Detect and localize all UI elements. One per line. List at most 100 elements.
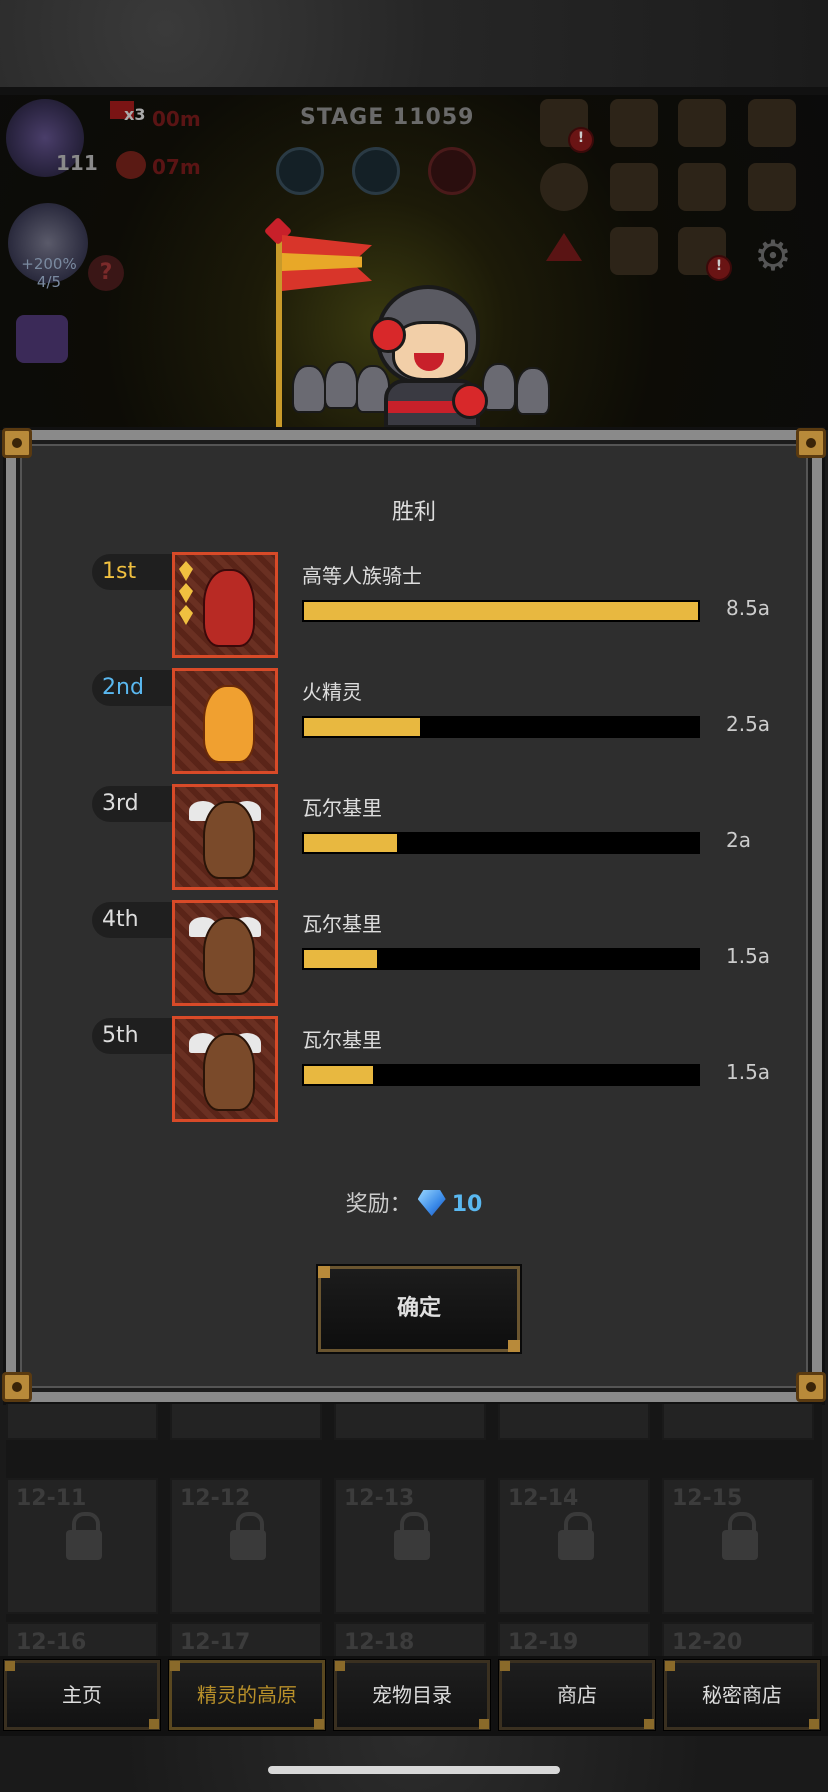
trophy-icon[interactable] bbox=[540, 99, 594, 153]
damage-bar-fill bbox=[304, 834, 397, 852]
angel-icon[interactable] bbox=[678, 163, 726, 211]
shop-alert-icon[interactable] bbox=[678, 227, 732, 281]
level-cell[interactable] bbox=[6, 1404, 158, 1440]
level-label: 12-20 bbox=[672, 1630, 743, 1655]
knight-figure-icon bbox=[203, 569, 255, 647]
fire-spirit-figure-icon bbox=[203, 685, 255, 763]
level-cell[interactable]: 12-18 bbox=[334, 1622, 486, 1656]
level-cell[interactable]: 12-13 bbox=[334, 1478, 486, 1614]
pet-bonus-text: +200% 4/5 bbox=[12, 255, 86, 291]
ranking-icon[interactable] bbox=[610, 99, 658, 147]
warning-icon[interactable] bbox=[546, 233, 582, 261]
level-label: 12-14 bbox=[508, 1486, 579, 1511]
damage-value: 2.5a bbox=[726, 712, 771, 736]
level-cell[interactable]: 12-11 bbox=[6, 1478, 158, 1614]
quest-book-icon[interactable] bbox=[678, 99, 726, 147]
rank-label: 5th bbox=[92, 1018, 172, 1054]
damage-bar bbox=[302, 832, 700, 854]
level-cell[interactable] bbox=[334, 1404, 486, 1440]
rank-label: 1st bbox=[92, 554, 172, 590]
level-label: 12-13 bbox=[344, 1486, 415, 1511]
bottom-stone-background bbox=[0, 1736, 828, 1792]
damage-value: 1.5a bbox=[726, 1060, 771, 1084]
skill-icon-3[interactable] bbox=[428, 147, 476, 195]
level-cell[interactable]: 12-15 bbox=[662, 1478, 814, 1614]
confirm-button[interactable]: 确定 bbox=[316, 1264, 522, 1354]
frame-corner-rivet bbox=[2, 428, 32, 458]
pet-count: 4/5 bbox=[36, 273, 62, 291]
ranking-row-4: 4th 瓦尔基里 1.5a bbox=[92, 900, 782, 1006]
level-cell[interactable]: 12-12 bbox=[170, 1478, 322, 1614]
level-label: 12-15 bbox=[672, 1486, 743, 1511]
level-cell[interactable]: 12-20 bbox=[662, 1622, 814, 1656]
unit-name: 高等人族骑士 bbox=[302, 564, 422, 588]
nav-spirit-plateau[interactable]: 精灵的高原 bbox=[168, 1659, 326, 1731]
stage-title: STAGE 11059 bbox=[300, 105, 475, 130]
pet-bonus: +200% bbox=[21, 255, 77, 273]
ranking-row-1: 1st 高等人族骑士 8.5a bbox=[92, 552, 782, 658]
skill-icon-2[interactable] bbox=[352, 147, 400, 195]
damage-value: 2a bbox=[726, 828, 751, 852]
frame-corner-rivet bbox=[796, 1372, 826, 1402]
reward-line: 奖励： 10 bbox=[16, 1186, 812, 1218]
rank-label: 2nd bbox=[92, 670, 172, 706]
damage-bar bbox=[302, 600, 700, 622]
timer-top: 00m bbox=[152, 107, 201, 131]
level-label: 12-11 bbox=[16, 1486, 87, 1511]
unit-portrait[interactable] bbox=[172, 784, 278, 890]
level-cell[interactable] bbox=[498, 1404, 650, 1440]
nav-pet-catalog[interactable]: 宠物目录 bbox=[333, 1659, 491, 1731]
level-cell[interactable]: 12-17 bbox=[170, 1622, 322, 1656]
help-icon[interactable]: ? bbox=[88, 255, 124, 291]
knight-glove-right bbox=[452, 383, 488, 419]
level-cell[interactable] bbox=[662, 1404, 814, 1440]
home-indicator[interactable] bbox=[268, 1766, 560, 1774]
calendar-icon[interactable] bbox=[610, 163, 658, 211]
rank-label: 4th bbox=[92, 902, 172, 938]
level-grid: 12-11 12-12 12-13 12-14 12-15 12-16 12-1… bbox=[6, 1404, 822, 1656]
level-cell[interactable] bbox=[170, 1404, 322, 1440]
skill-icon-1[interactable] bbox=[276, 147, 324, 195]
unit-name: 瓦尔基里 bbox=[302, 1028, 382, 1052]
top-stone-background bbox=[0, 0, 828, 95]
map-icon[interactable] bbox=[610, 227, 658, 275]
scroll-icon[interactable] bbox=[748, 99, 796, 147]
gear-coin-icon bbox=[116, 151, 146, 179]
minion-soldier bbox=[516, 367, 550, 415]
game-scene: 111 x3 00m 07m STAGE 11059 +200% 4/5 ? ⚙ bbox=[0, 95, 828, 430]
nav-secret-shop[interactable]: 秘密商店 bbox=[663, 1659, 821, 1731]
damage-bar-fill bbox=[304, 950, 377, 968]
damage-bar-fill bbox=[304, 718, 420, 736]
level-label: 12-17 bbox=[180, 1630, 251, 1655]
unit-name: 瓦尔基里 bbox=[302, 912, 382, 936]
lock-icon bbox=[230, 1512, 266, 1560]
nav-shop[interactable]: 商店 bbox=[498, 1659, 656, 1731]
diamond-icon bbox=[417, 1190, 446, 1216]
banner-pole bbox=[276, 237, 282, 430]
level-cell[interactable]: 12-16 bbox=[6, 1622, 158, 1656]
timer-bottom: 07m bbox=[152, 155, 201, 179]
unit-name: 火精灵 bbox=[302, 680, 362, 704]
valkyrie-figure-icon bbox=[203, 801, 255, 879]
unit-portrait[interactable] bbox=[172, 668, 278, 774]
feather-icon[interactable] bbox=[748, 163, 796, 211]
unit-portrait[interactable] bbox=[172, 1016, 278, 1122]
level-cell[interactable]: 12-19 bbox=[498, 1622, 650, 1656]
unit-name: 瓦尔基里 bbox=[302, 796, 382, 820]
damage-bar bbox=[302, 716, 700, 738]
lock-icon bbox=[394, 1512, 430, 1560]
level-label: 12-12 bbox=[180, 1486, 251, 1511]
nav-home[interactable]: 主页 bbox=[3, 1659, 161, 1731]
level-cell[interactable]: 12-14 bbox=[498, 1478, 650, 1614]
gift-icon[interactable] bbox=[16, 315, 68, 363]
chat-icon[interactable] bbox=[540, 163, 588, 211]
settings-gear-icon[interactable]: ⚙ bbox=[752, 235, 794, 277]
damage-value: 8.5a bbox=[726, 596, 771, 620]
damage-bar bbox=[302, 1064, 700, 1086]
damage-bar-fill bbox=[304, 602, 698, 620]
minion-soldier bbox=[324, 361, 358, 409]
unit-portrait[interactable] bbox=[172, 900, 278, 1006]
unit-portrait[interactable] bbox=[172, 552, 278, 658]
reward-label: 奖励： bbox=[345, 1192, 412, 1217]
ranking-row-3: 3rd 瓦尔基里 2a bbox=[92, 784, 782, 890]
